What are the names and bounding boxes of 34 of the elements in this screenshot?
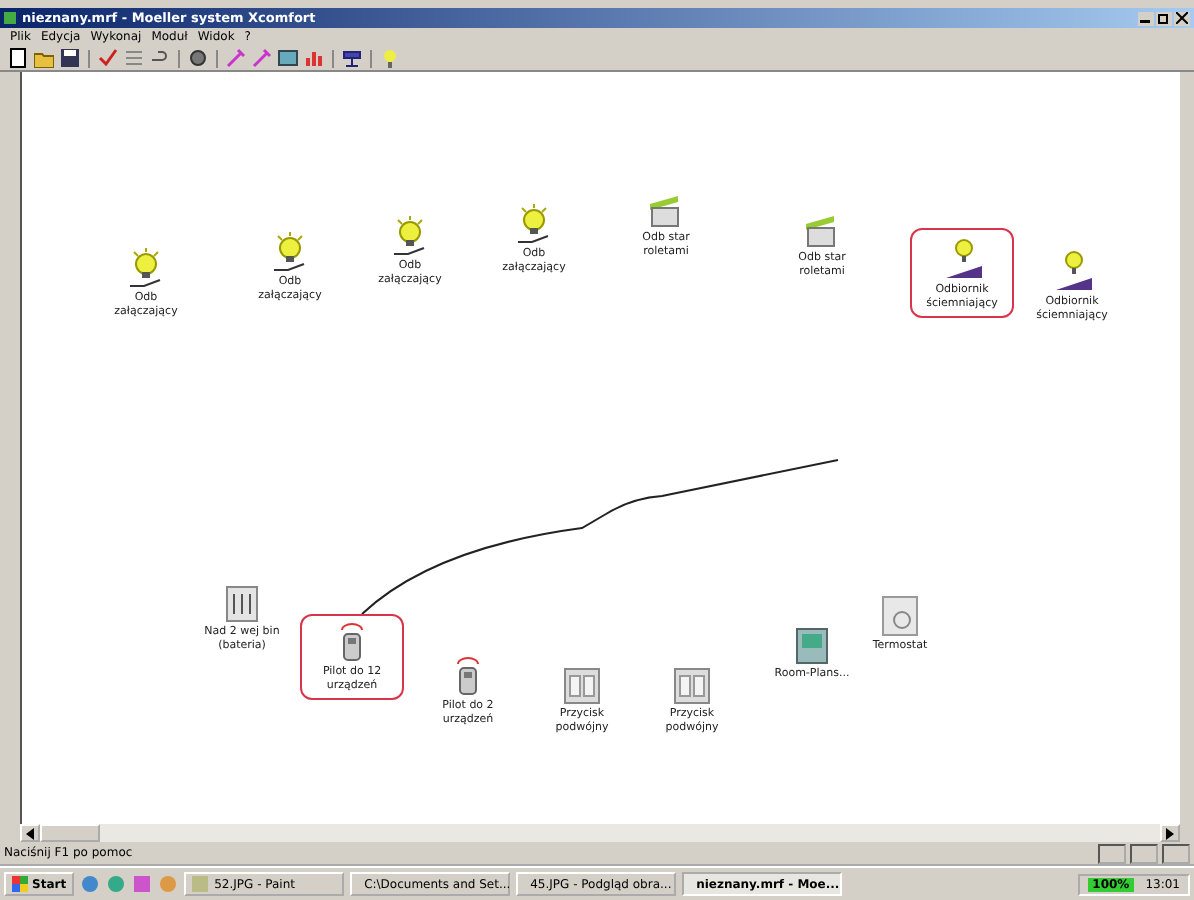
double-switch-icon xyxy=(674,668,710,704)
close-button[interactable] xyxy=(1174,11,1190,25)
app-icon xyxy=(4,12,16,24)
remote-icon xyxy=(452,656,484,696)
quick-launch-icon[interactable] xyxy=(80,874,101,894)
bulb-icon xyxy=(128,248,164,288)
bulb-icon[interactable] xyxy=(380,48,400,68)
windows-logo-icon xyxy=(12,876,28,892)
horizontal-scrollbar[interactable] xyxy=(20,824,1180,842)
bulb-icon xyxy=(516,204,552,244)
scroll-right-button[interactable] xyxy=(1160,824,1180,842)
tool-icon[interactable] xyxy=(342,48,362,68)
blind-icon xyxy=(648,192,684,228)
scrollbar-thumb[interactable] xyxy=(40,824,100,842)
double-switch-icon xyxy=(564,668,600,704)
blind-icon xyxy=(804,212,840,248)
restore-button[interactable] xyxy=(1156,11,1172,25)
quick-launch-icon[interactable] xyxy=(132,874,153,894)
scroll-left-button[interactable] xyxy=(20,824,40,842)
dimmer-icon xyxy=(942,236,982,280)
folder-icon[interactable] xyxy=(34,48,54,68)
gear-icon[interactable] xyxy=(188,48,208,68)
room-controller-icon xyxy=(796,628,828,664)
new-document-icon[interactable] xyxy=(8,48,28,68)
bulb-icon xyxy=(272,232,308,272)
bulb-icon xyxy=(392,216,428,256)
thermostat-icon xyxy=(882,596,918,636)
switch-panel-icon xyxy=(226,586,258,622)
remote-icon xyxy=(336,622,368,662)
minimize-button[interactable] xyxy=(1138,11,1154,25)
tool-icon[interactable] xyxy=(278,48,298,68)
save-icon[interactable] xyxy=(60,48,80,68)
dimmer-icon xyxy=(1052,248,1092,292)
app-icon xyxy=(192,876,209,892)
